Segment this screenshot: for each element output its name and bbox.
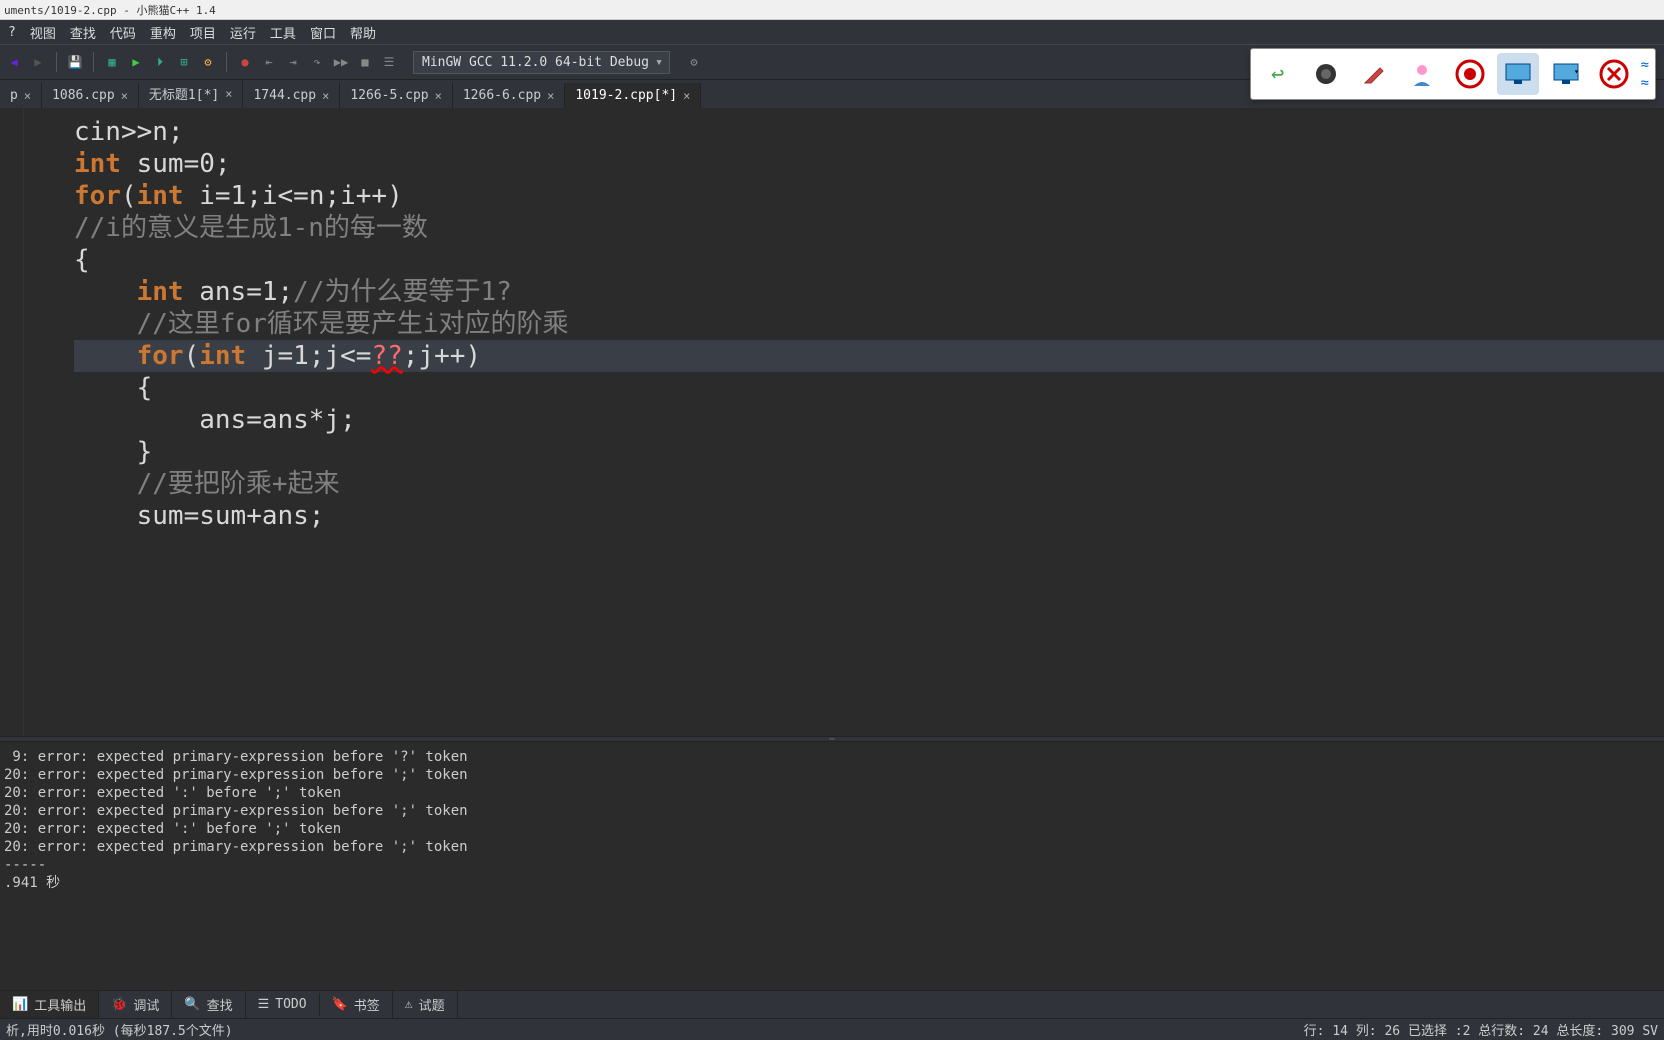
user-icon[interactable] <box>1401 53 1443 95</box>
close-icon[interactable]: × <box>121 89 128 103</box>
list-icon: ☰ <box>258 997 270 1012</box>
warning-icon: ⚠ <box>405 997 413 1012</box>
menu-window[interactable]: 窗口 <box>304 21 342 44</box>
stop-icon[interactable]: ■ <box>355 52 375 72</box>
menu-run[interactable]: 运行 <box>224 21 262 44</box>
compiler-select[interactable]: MinGW GCC 11.2.0 64-bit Debug <box>413 51 670 74</box>
build-run-icon[interactable]: ⏵ <box>150 52 170 72</box>
settings-icon[interactable]: ⚙ <box>684 52 704 72</box>
outdent-icon[interactable]: ⇤ <box>259 52 279 72</box>
forward-icon[interactable]: ▶ <box>28 52 48 72</box>
debug-icon[interactable]: ⚙ <box>198 52 218 72</box>
tab-item-active[interactable]: 1019-2.cpp[*]× <box>565 83 701 108</box>
close-icon[interactable]: × <box>322 89 329 103</box>
close-icon[interactable] <box>1593 53 1635 95</box>
menu-find[interactable]: 查找 <box>64 21 102 44</box>
floating-toolbar: ↩ ▾ ≈ ≈ <box>1250 48 1656 100</box>
tab-item[interactable]: 无标题1[*]× <box>139 79 244 108</box>
btab-problem[interactable]: ⚠试题 <box>393 991 458 1018</box>
indent-icon[interactable]: ⇥ <box>283 52 303 72</box>
close-icon[interactable]: × <box>435 89 442 103</box>
continue-icon[interactable]: ▶▶ <box>331 52 351 72</box>
gutter[interactable] <box>0 108 24 736</box>
menu-refactor[interactable]: 重构 <box>144 21 182 44</box>
step-over-icon[interactable]: ↷ <box>307 52 327 72</box>
title-bar: uments/1019-2.cpp - 小熊猫C++ 1.4 <box>0 0 1664 20</box>
close-icon[interactable]: × <box>683 89 690 103</box>
close-icon[interactable]: × <box>225 87 232 101</box>
undo-icon[interactable]: ↩ <box>1257 53 1299 95</box>
btab-debug[interactable]: 🐞调试 <box>99 991 172 1018</box>
chart-icon: 📊 <box>12 997 28 1012</box>
status-right: 行: 14 列: 26 已选择 :2 总行数: 24 总长度: 309 SV <box>1304 1020 1658 1039</box>
bookmark-icon: 🔖 <box>332 997 348 1012</box>
output-panel[interactable]: 9: error: expected primary-expression be… <box>0 742 1664 990</box>
tab-item[interactable]: 1744.cpp× <box>243 83 340 108</box>
back-icon[interactable]: ◀ <box>4 52 24 72</box>
window-title: uments/1019-2.cpp - 小熊猫C++ 1.4 <box>4 2 216 18</box>
record-icon[interactable] <box>1449 53 1491 95</box>
rebuild-icon[interactable]: ⊞ <box>174 52 194 72</box>
menu-help[interactable]: 帮助 <box>344 21 382 44</box>
menu-code[interactable]: 代码 <box>104 21 142 44</box>
save-icon[interactable]: 💾 <box>65 52 85 72</box>
run-icon[interactable]: ▶ <box>126 52 146 72</box>
bug-icon: 🐞 <box>111 997 127 1012</box>
expand-down-icon[interactable]: ≈ <box>1641 75 1649 91</box>
btab-todo[interactable]: ☰TODO <box>246 993 320 1016</box>
monitor1-icon[interactable] <box>1497 53 1539 95</box>
close-icon[interactable]: × <box>547 89 554 103</box>
menu-view[interactable]: 视图 <box>24 21 62 44</box>
menu-tools[interactable]: 工具 <box>264 21 302 44</box>
menu-file[interactable]: ? <box>2 23 22 42</box>
monitor2-icon[interactable]: ▾ <box>1545 53 1587 95</box>
tab-item[interactable]: 1086.cpp× <box>42 83 139 108</box>
tab-item[interactable]: 1266-6.cpp× <box>453 83 566 108</box>
menu-bar: ? 视图 查找 代码 重构 项目 运行 工具 窗口 帮助 <box>0 20 1664 44</box>
camera-icon[interactable] <box>1305 53 1347 95</box>
menu-project[interactable]: 项目 <box>184 21 222 44</box>
search-icon: 🔍 <box>184 997 200 1012</box>
bottom-tabs: 📊工具输出 🐞调试 🔍查找 ☰TODO 🔖书签 ⚠试题 <box>0 990 1664 1018</box>
close-icon[interactable]: × <box>24 89 31 103</box>
pencil-icon[interactable] <box>1353 53 1395 95</box>
editor-area: cin>>n; int sum=0; for(int i=1;i<=n;i++)… <box>0 108 1664 736</box>
tab-item[interactable]: 1266-5.cpp× <box>340 83 453 108</box>
status-bar: 析,用时0.016秒 (每秒187.5个文件) 行: 14 列: 26 已选择 … <box>0 1018 1664 1040</box>
breakpoint-icon[interactable]: ● <box>235 52 255 72</box>
expand-up-icon[interactable]: ≈ <box>1641 57 1649 73</box>
svg-text:▾: ▾ <box>1574 67 1579 76</box>
tab-item[interactable]: p× <box>0 83 42 108</box>
btab-find[interactable]: 🔍查找 <box>172 991 245 1018</box>
btab-tool-output[interactable]: 📊工具输出 <box>0 991 99 1018</box>
code-editor[interactable]: cin>>n; int sum=0; for(int i=1;i<=n;i++)… <box>24 108 1664 736</box>
build-icon[interactable]: ▦ <box>102 52 122 72</box>
btab-bookmark[interactable]: 🔖书签 <box>320 991 393 1018</box>
step-into-icon[interactable]: ☰ <box>379 52 399 72</box>
status-left: 析,用时0.016秒 (每秒187.5个文件) <box>6 1020 233 1039</box>
